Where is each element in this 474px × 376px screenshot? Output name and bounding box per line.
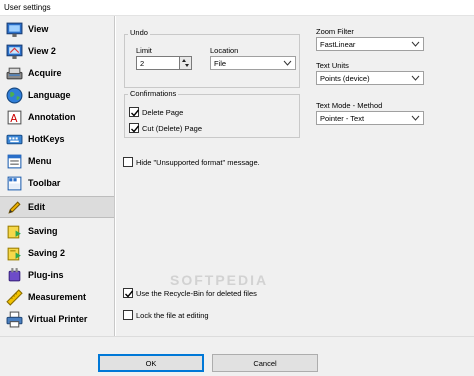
checkbox-box xyxy=(123,157,133,167)
location-value: File xyxy=(214,59,227,68)
sidebar-item-virtual-printer[interactable]: Virtual Printer xyxy=(0,308,114,330)
sidebar-item-plug-ins[interactable]: Plug-ins xyxy=(0,264,114,286)
keyboard-icon xyxy=(6,134,23,144)
chevron-down-icon xyxy=(411,75,420,81)
checkbox-box xyxy=(123,288,134,298)
recycle-bin-checkbox[interactable]: Use the Recycle-Bin for deleted files xyxy=(123,288,257,298)
sidebar-item-view-2[interactable]: View 2 xyxy=(0,40,114,62)
limit-label: Limit xyxy=(136,46,152,55)
svg-text:A: A xyxy=(10,111,18,124)
checkbox-box xyxy=(123,310,133,320)
button-bar: OK Cancel xyxy=(0,336,474,376)
title-bar: User settings xyxy=(0,0,474,16)
toolbar-icon xyxy=(7,176,22,190)
annotation-icon: A xyxy=(7,110,22,124)
printer-icon xyxy=(6,311,23,327)
zoom-filter-value: FastLinear xyxy=(320,40,356,49)
location-label: Location xyxy=(210,46,239,55)
pencil-icon xyxy=(8,200,21,214)
watermark: SOFTPEDIA xyxy=(170,272,269,288)
sidebar-item-edit[interactable]: Edit xyxy=(0,196,114,218)
lock-file-label: Lock the file at editing xyxy=(136,310,209,320)
recycle-bin-label: Use the Recycle-Bin for deleted files xyxy=(136,288,257,298)
text-mode-label: Text Mode - Method xyxy=(316,101,383,110)
chevron-down-icon xyxy=(411,41,420,47)
text-mode-select[interactable]: Pointer - Text xyxy=(316,111,424,125)
lock-file-checkbox[interactable]: Lock the file at editing xyxy=(123,310,209,320)
save2-icon xyxy=(7,247,21,260)
sidebar-item-saving[interactable]: Saving xyxy=(0,220,114,242)
stepper-arrows-icon xyxy=(182,59,189,67)
globe-icon xyxy=(6,87,23,103)
zoom-filter-label: Zoom Filter xyxy=(316,27,354,36)
text-units-value: Points (device) xyxy=(320,74,370,83)
checkbox-box xyxy=(129,107,140,117)
hide-unsupported-label: Hide "Unsupported format" message. xyxy=(136,157,260,167)
undo-group-label: Undo xyxy=(128,28,150,37)
limit-input[interactable]: 2 xyxy=(136,56,180,70)
location-select[interactable]: File xyxy=(210,56,296,70)
sidebar-item-measurement[interactable]: Measurement xyxy=(0,286,114,308)
zoom-filter-select[interactable]: FastLinear xyxy=(316,37,424,51)
checkmark-icon xyxy=(125,290,134,298)
sidebar-item-saving-2[interactable]: Saving 2 xyxy=(0,242,114,264)
cut-page-checkbox[interactable]: Cut (Delete) Page xyxy=(129,123,202,133)
sidebar-item-language[interactable]: Language xyxy=(0,84,114,106)
sidebar-item-hotkeys[interactable]: HotKeys xyxy=(0,128,114,150)
window-title: User settings xyxy=(4,3,51,12)
cut-page-label: Cut (Delete) Page xyxy=(142,123,203,133)
confirmations-group-label: Confirmations xyxy=(128,89,179,98)
text-units-select[interactable]: Points (device) xyxy=(316,71,424,85)
sidebar-item-view[interactable]: View xyxy=(0,18,114,40)
plugin-icon xyxy=(8,267,21,281)
sidebar-item-menu[interactable]: Menu xyxy=(0,150,114,172)
checkmark-icon xyxy=(131,125,140,133)
chevron-down-icon xyxy=(283,60,292,66)
ok-button[interactable]: OK xyxy=(98,354,204,372)
chevron-down-icon xyxy=(411,115,420,121)
settings-panel: Undo Limit 2 Location File Confirmations… xyxy=(116,16,474,336)
scanner-icon xyxy=(6,67,23,79)
delete-page-label: Delete Page xyxy=(142,107,184,117)
text-mode-value: Pointer - Text xyxy=(320,114,365,123)
hide-unsupported-checkbox[interactable]: Hide "Unsupported format" message. xyxy=(123,157,260,167)
menu-icon xyxy=(7,154,22,168)
checkbox-box xyxy=(129,123,140,133)
sidebar: View View 2 Acquire Language A Annotatio… xyxy=(0,16,115,336)
save-icon xyxy=(7,225,21,238)
cancel-button[interactable]: Cancel xyxy=(212,354,318,372)
text-units-label: Text Units xyxy=(316,61,349,70)
limit-stepper[interactable] xyxy=(179,56,192,70)
checkmark-icon xyxy=(131,109,140,117)
ruler-icon xyxy=(6,288,23,306)
sidebar-item-annotation[interactable]: A Annotation xyxy=(0,106,114,128)
monitor-view-icon xyxy=(6,22,23,37)
sidebar-item-acquire[interactable]: Acquire xyxy=(0,62,114,84)
delete-page-checkbox[interactable]: Delete Page xyxy=(129,107,183,117)
monitor-view2-icon xyxy=(6,44,23,59)
sidebar-item-toolbar[interactable]: Toolbar xyxy=(0,172,114,194)
